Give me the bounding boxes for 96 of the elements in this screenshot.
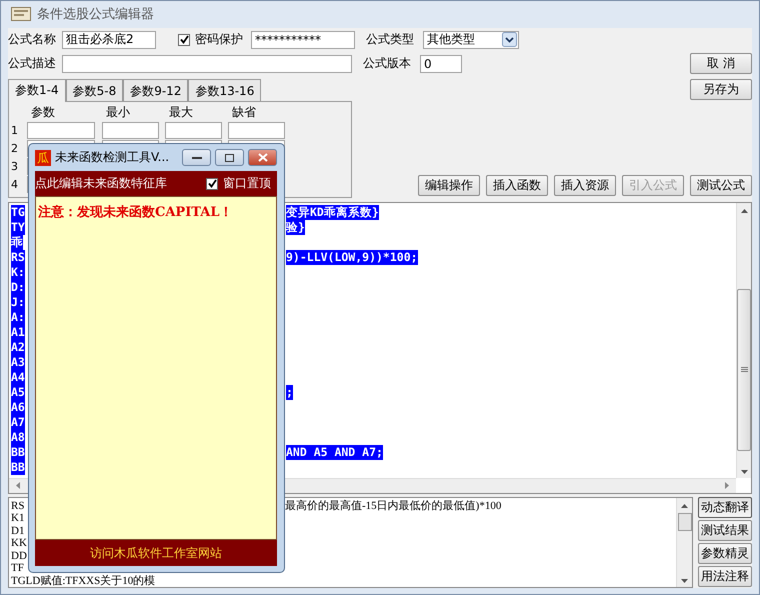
parameter-field[interactable] xyxy=(165,122,222,138)
checkbox[interactable] xyxy=(178,34,190,46)
column-header: 最大 xyxy=(168,104,194,120)
field-label: 公式描述 xyxy=(8,55,57,72)
output-text: TF xyxy=(11,562,24,574)
version-field[interactable]: 0 xyxy=(420,54,462,72)
output-text: DD xyxy=(11,550,27,562)
code-text: A7 xyxy=(11,414,25,430)
vertical-scrollbar[interactable] xyxy=(736,202,751,478)
field-label: 公式类型 xyxy=(366,31,415,48)
scroll-right-icon xyxy=(724,481,730,490)
checkbox[interactable] xyxy=(206,178,218,190)
code-text: RS xyxy=(11,250,25,264)
row-number: 2 xyxy=(11,142,19,155)
app-icon: 瓜 xyxy=(35,150,51,166)
name-field[interactable]: 狙击必杀底2 xyxy=(62,30,156,48)
cancel-button[interactable]: 取 消 xyxy=(690,53,752,74)
checkbox-label: 密码保护 xyxy=(195,31,243,48)
checkbox-label: 窗口置顶 xyxy=(223,175,271,192)
vertical-scrollbar[interactable] xyxy=(676,498,692,587)
row-number: 1 xyxy=(11,124,19,137)
scroll-left-icon xyxy=(15,481,21,490)
code-text: A5 xyxy=(11,384,25,400)
type-dropdown[interactable]: 其他类型 xyxy=(423,30,519,48)
code-text: TG xyxy=(11,204,25,220)
output-text: KK xyxy=(11,537,27,550)
code-text: 乖 xyxy=(11,234,23,250)
output-text: D1 xyxy=(11,524,24,537)
window-title: 条件选股公式编辑器 xyxy=(37,6,154,24)
code-text: A2 xyxy=(11,340,25,354)
close-button[interactable] xyxy=(248,149,277,166)
code-text: BB xyxy=(11,444,25,460)
scroll-down-icon xyxy=(740,468,748,474)
toolbar-button[interactable]: 插入函数 xyxy=(486,174,548,196)
window-icon xyxy=(11,7,31,22)
output-text: K1 xyxy=(11,512,24,524)
website-link[interactable]: 访问木瓜软件工作室网站 xyxy=(90,544,222,562)
side-button[interactable]: 用法注释 xyxy=(698,566,752,586)
scroll-thumb[interactable] xyxy=(678,512,692,530)
code-text: 验} xyxy=(286,220,305,234)
column-header: 最小 xyxy=(105,104,131,120)
output-text: TGLD赋值:TFXXS关于10的模 xyxy=(11,574,156,587)
minimize-button[interactable] xyxy=(182,149,211,166)
code-text: D: xyxy=(11,280,25,294)
description-field[interactable] xyxy=(62,54,352,72)
code-text: A1 xyxy=(11,324,25,340)
checkmark-icon xyxy=(180,35,188,44)
tab[interactable]: 参数9-12 xyxy=(123,78,188,102)
scroll-up-icon xyxy=(680,502,689,508)
scroll-down-icon xyxy=(680,578,689,584)
side-button[interactable]: 测试结果 xyxy=(698,520,752,540)
code-text: ; xyxy=(286,384,293,400)
scroll-up-icon xyxy=(740,208,748,214)
code-text: J: xyxy=(11,294,25,310)
code-text: 变异KD乖离系数} xyxy=(286,204,379,220)
output-text: 最高价的最高值-15日内最低价的最低值)*100 xyxy=(285,500,502,512)
warning-message: 注意：发现未来函数CAPITAL！ xyxy=(38,204,234,221)
parameter-field[interactable] xyxy=(228,122,285,138)
column-header: 缺省 xyxy=(231,104,257,120)
output-text: RS xyxy=(11,500,24,512)
parameter-field[interactable] xyxy=(102,122,159,138)
code-text: A3 xyxy=(11,354,25,370)
code-text: K: xyxy=(11,264,25,280)
code-text: A8 xyxy=(11,430,25,444)
toolbar-button[interactable]: 编辑操作 xyxy=(418,174,480,196)
row-number: 3 xyxy=(11,160,19,173)
toolbar-button[interactable]: 插入资源 xyxy=(554,174,616,196)
maximize-button[interactable] xyxy=(215,149,244,166)
parameter-field[interactable] xyxy=(27,122,95,138)
tab[interactable]: 参数5-8 xyxy=(66,78,124,102)
code-text: AND A5 AND A7; xyxy=(286,444,383,460)
code-text: A6 xyxy=(11,400,25,414)
toolbar-button[interactable]: 测试公式 xyxy=(690,174,752,196)
grip-icon xyxy=(740,366,748,372)
minimize-icon xyxy=(192,156,202,160)
password-field[interactable]: *********** xyxy=(251,30,355,48)
side-button[interactable]: 动态翻译 xyxy=(698,496,752,518)
close-icon xyxy=(258,153,268,162)
checkmark-icon xyxy=(208,179,216,188)
maximize-icon xyxy=(225,154,234,162)
code-text: A4 xyxy=(11,370,25,384)
save-as-button[interactable]: 另存为 xyxy=(690,78,752,100)
code-text: TY xyxy=(11,220,25,234)
column-header: 参数 xyxy=(30,104,56,120)
code-text: A: xyxy=(11,310,25,324)
field-label: 公式版本 xyxy=(363,55,412,72)
scroll-thumb[interactable] xyxy=(737,288,751,450)
popup-title: 未来函数检测工具V... xyxy=(55,149,170,166)
tab[interactable]: 参数13-16 xyxy=(188,78,262,102)
code-text: 9)-LLV(LOW,9))*100; xyxy=(286,250,418,264)
side-button[interactable]: 参数精灵 xyxy=(698,542,752,564)
edit-library-link[interactable]: 点此编辑未来函数特征库 xyxy=(35,175,167,192)
row-number: 4 xyxy=(11,178,19,191)
tab[interactable]: 参数1-4 xyxy=(8,78,66,102)
field-label: 公式名称 xyxy=(8,31,57,48)
code-text: BB xyxy=(11,460,25,474)
